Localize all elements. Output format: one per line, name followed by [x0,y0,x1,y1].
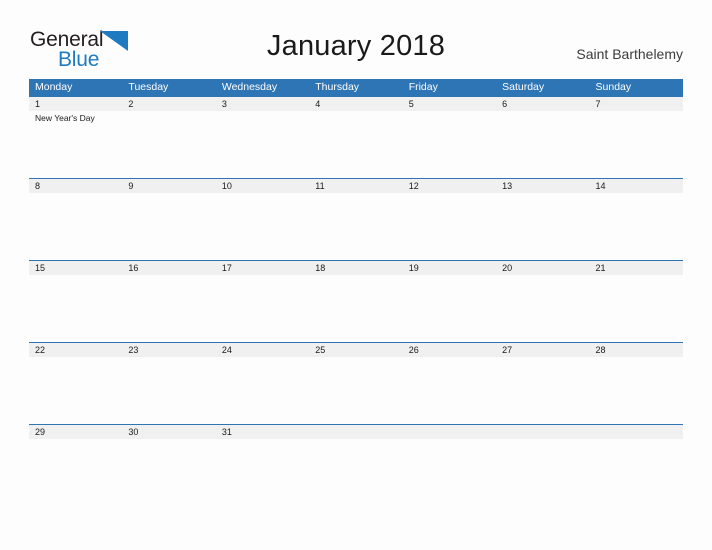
day-cell[interactable] [496,439,589,451]
day-cell[interactable] [590,439,683,451]
week-date-band: 22 23 24 25 26 27 28 [29,343,683,357]
day-number[interactable]: 15 [29,261,122,275]
calendar-table: Monday Tuesday Wednesday Thursday Friday… [29,79,683,451]
day-number[interactable]: 23 [122,343,215,357]
day-cell[interactable] [122,275,215,342]
calendar-week-row: 8 9 10 11 12 13 14 [29,178,683,260]
day-number[interactable] [403,425,496,439]
calendar-week-row: 1 2 3 4 5 6 7 New Year's Day [29,96,683,178]
day-cell[interactable] [122,357,215,424]
day-number[interactable]: 25 [309,343,402,357]
day-number[interactable]: 21 [590,261,683,275]
day-number[interactable]: 1 [29,97,122,111]
weekday-header-row: Monday Tuesday Wednesday Thursday Friday… [29,79,683,96]
day-cell[interactable] [216,193,309,260]
day-number[interactable]: 11 [309,179,402,193]
day-number[interactable]: 29 [29,425,122,439]
page-header: General Blue January 2018 Saint Barthele… [0,0,712,78]
weekday-header-thursday: Thursday [315,81,360,93]
day-number[interactable] [496,425,589,439]
weekday-header-tuesday: Tuesday [128,81,169,93]
day-number[interactable]: 18 [309,261,402,275]
day-cell[interactable] [496,275,589,342]
day-number[interactable]: 22 [29,343,122,357]
day-cell[interactable] [216,275,309,342]
week-event-band [29,357,683,424]
day-number[interactable]: 3 [216,97,309,111]
day-number[interactable]: 12 [403,179,496,193]
day-cell[interactable] [590,357,683,424]
day-number[interactable]: 10 [216,179,309,193]
day-cell[interactable] [29,439,122,451]
day-number[interactable]: 28 [590,343,683,357]
weekday-header-saturday: Saturday [502,81,545,93]
day-cell[interactable] [309,439,402,451]
day-cell[interactable] [216,111,309,178]
day-cell[interactable] [403,193,496,260]
day-number[interactable]: 8 [29,179,122,193]
week-event-band [29,193,683,260]
day-number[interactable]: 20 [496,261,589,275]
weekday-header-monday: Monday [35,81,73,93]
day-number[interactable] [309,425,402,439]
day-cell[interactable] [122,439,215,451]
day-number[interactable]: 26 [403,343,496,357]
calendar-week-row: 15 16 17 18 19 20 21 [29,260,683,342]
day-cell[interactable] [496,193,589,260]
day-cell[interactable] [29,275,122,342]
event-label: New Year's Day [35,113,95,123]
week-date-band: 8 9 10 11 12 13 14 [29,179,683,193]
week-event-band: New Year's Day [29,111,683,178]
day-number[interactable]: 14 [590,179,683,193]
day-cell[interactable] [309,275,402,342]
weekday-header-wednesday: Wednesday [221,81,278,93]
day-cell[interactable] [309,111,402,178]
day-number[interactable]: 7 [590,97,683,111]
day-cell[interactable] [29,357,122,424]
day-cell[interactable] [216,439,309,451]
day-number[interactable]: 31 [216,425,309,439]
day-number[interactable]: 16 [122,261,215,275]
week-date-band: 15 16 17 18 19 20 21 [29,261,683,275]
day-number[interactable] [590,425,683,439]
day-cell[interactable] [309,357,402,424]
day-number[interactable]: 4 [309,97,402,111]
day-cell[interactable] [29,193,122,260]
calendar-page: General Blue January 2018 Saint Barthele… [0,0,712,550]
week-event-band [29,439,683,451]
day-number[interactable]: 9 [122,179,215,193]
day-cell[interactable] [496,357,589,424]
location-label: Saint Barthelemy [576,46,683,62]
day-number[interactable]: 13 [496,179,589,193]
day-cell[interactable] [403,111,496,178]
day-number[interactable]: 30 [122,425,215,439]
day-cell[interactable] [590,111,683,178]
day-number[interactable]: 6 [496,97,589,111]
week-event-band [29,275,683,342]
day-cell[interactable] [122,111,215,178]
day-cell[interactable] [403,357,496,424]
day-cell[interactable] [590,275,683,342]
week-date-band: 1 2 3 4 5 6 7 [29,97,683,111]
week-date-band: 29 30 31 [29,425,683,439]
weekday-header-sunday: Sunday [595,81,632,93]
weekday-header-friday: Friday [408,81,438,93]
day-cell[interactable] [309,193,402,260]
day-number[interactable]: 2 [122,97,215,111]
day-cell[interactable]: New Year's Day [29,111,122,178]
calendar-week-row: 29 30 31 [29,424,683,451]
day-number[interactable]: 17 [216,261,309,275]
day-cell[interactable] [403,275,496,342]
day-number[interactable]: 24 [216,343,309,357]
day-number[interactable]: 5 [403,97,496,111]
day-cell[interactable] [496,111,589,178]
day-cell[interactable] [122,193,215,260]
day-cell[interactable] [403,439,496,451]
calendar-week-row: 22 23 24 25 26 27 28 [29,342,683,424]
day-number[interactable]: 27 [496,343,589,357]
day-cell[interactable] [216,357,309,424]
day-number[interactable]: 19 [403,261,496,275]
day-cell[interactable] [590,193,683,260]
